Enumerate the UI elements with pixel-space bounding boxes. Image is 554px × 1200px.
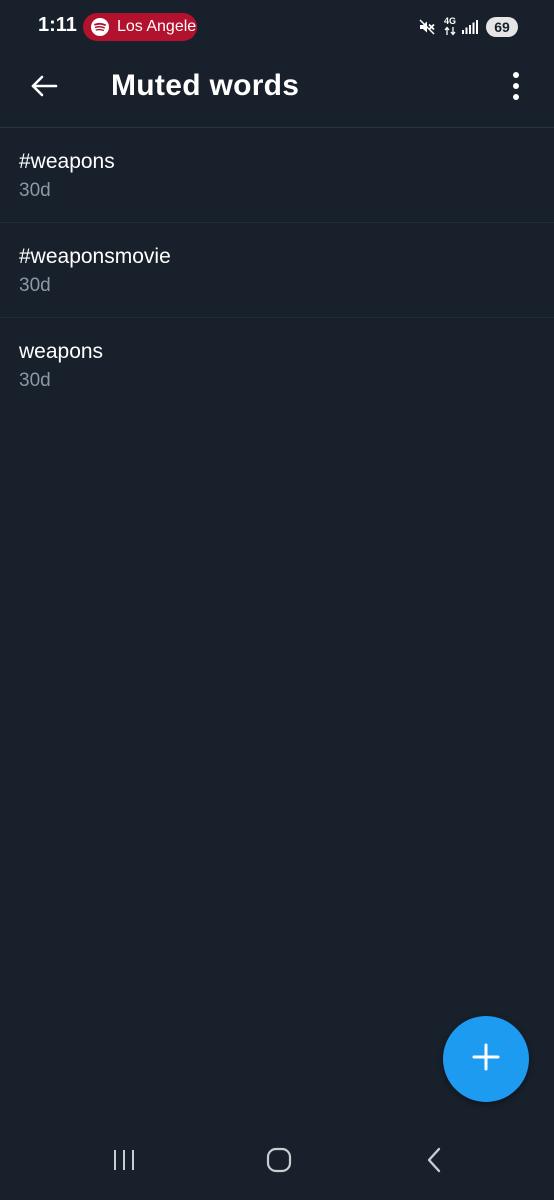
arrow-left-icon xyxy=(30,74,58,103)
app-header: Muted words xyxy=(0,56,554,128)
muted-word-text: #weapons xyxy=(19,150,115,173)
muted-word-text: #weaponsmovie xyxy=(19,245,171,268)
network-type: 4G xyxy=(443,15,456,26)
add-muted-word-button[interactable] xyxy=(443,1016,529,1102)
muted-words-list: #weapons 30d #weaponsmovie 30d weapons 3… xyxy=(0,128,554,412)
system-nav-bar xyxy=(0,1124,554,1200)
nav-back-button[interactable] xyxy=(412,1144,456,1180)
plus-icon xyxy=(472,1043,500,1076)
now-playing-text: Los Angeles xyxy=(117,18,197,35)
muted-word-duration: 30d xyxy=(19,180,51,201)
muted-word-item[interactable]: weapons 30d xyxy=(0,318,554,412)
back-button[interactable] xyxy=(24,68,64,108)
data-arrows-icon xyxy=(444,25,456,38)
more-vertical-icon xyxy=(512,71,520,106)
muted-word-duration: 30d xyxy=(19,370,51,391)
page-title: Muted words xyxy=(111,69,300,102)
spotify-icon xyxy=(91,18,109,41)
more-options-button[interactable] xyxy=(496,68,536,108)
network-indicator: 4G xyxy=(443,15,456,38)
home-icon xyxy=(266,1147,292,1178)
home-button[interactable] xyxy=(257,1144,301,1180)
muted-word-item[interactable]: #weaponsmovie 30d xyxy=(0,223,554,318)
recent-apps-button[interactable] xyxy=(102,1144,146,1180)
battery-icon: 69 xyxy=(486,17,518,37)
back-icon xyxy=(425,1147,443,1178)
recent-apps-icon xyxy=(112,1148,136,1177)
signal-icon xyxy=(462,20,478,34)
battery-level: 69 xyxy=(494,19,510,35)
mute-icon xyxy=(418,18,436,36)
now-playing-pill[interactable]: Los Angeles xyxy=(83,13,197,41)
status-icons: 4G 69 xyxy=(418,15,518,39)
status-time: 1:11 xyxy=(38,14,77,36)
muted-word-item[interactable]: #weapons 30d xyxy=(0,128,554,223)
status-bar: 1:11 Los Angeles 4G 69 xyxy=(0,0,554,56)
muted-word-duration: 30d xyxy=(19,275,51,296)
muted-word-text: weapons xyxy=(19,340,104,363)
